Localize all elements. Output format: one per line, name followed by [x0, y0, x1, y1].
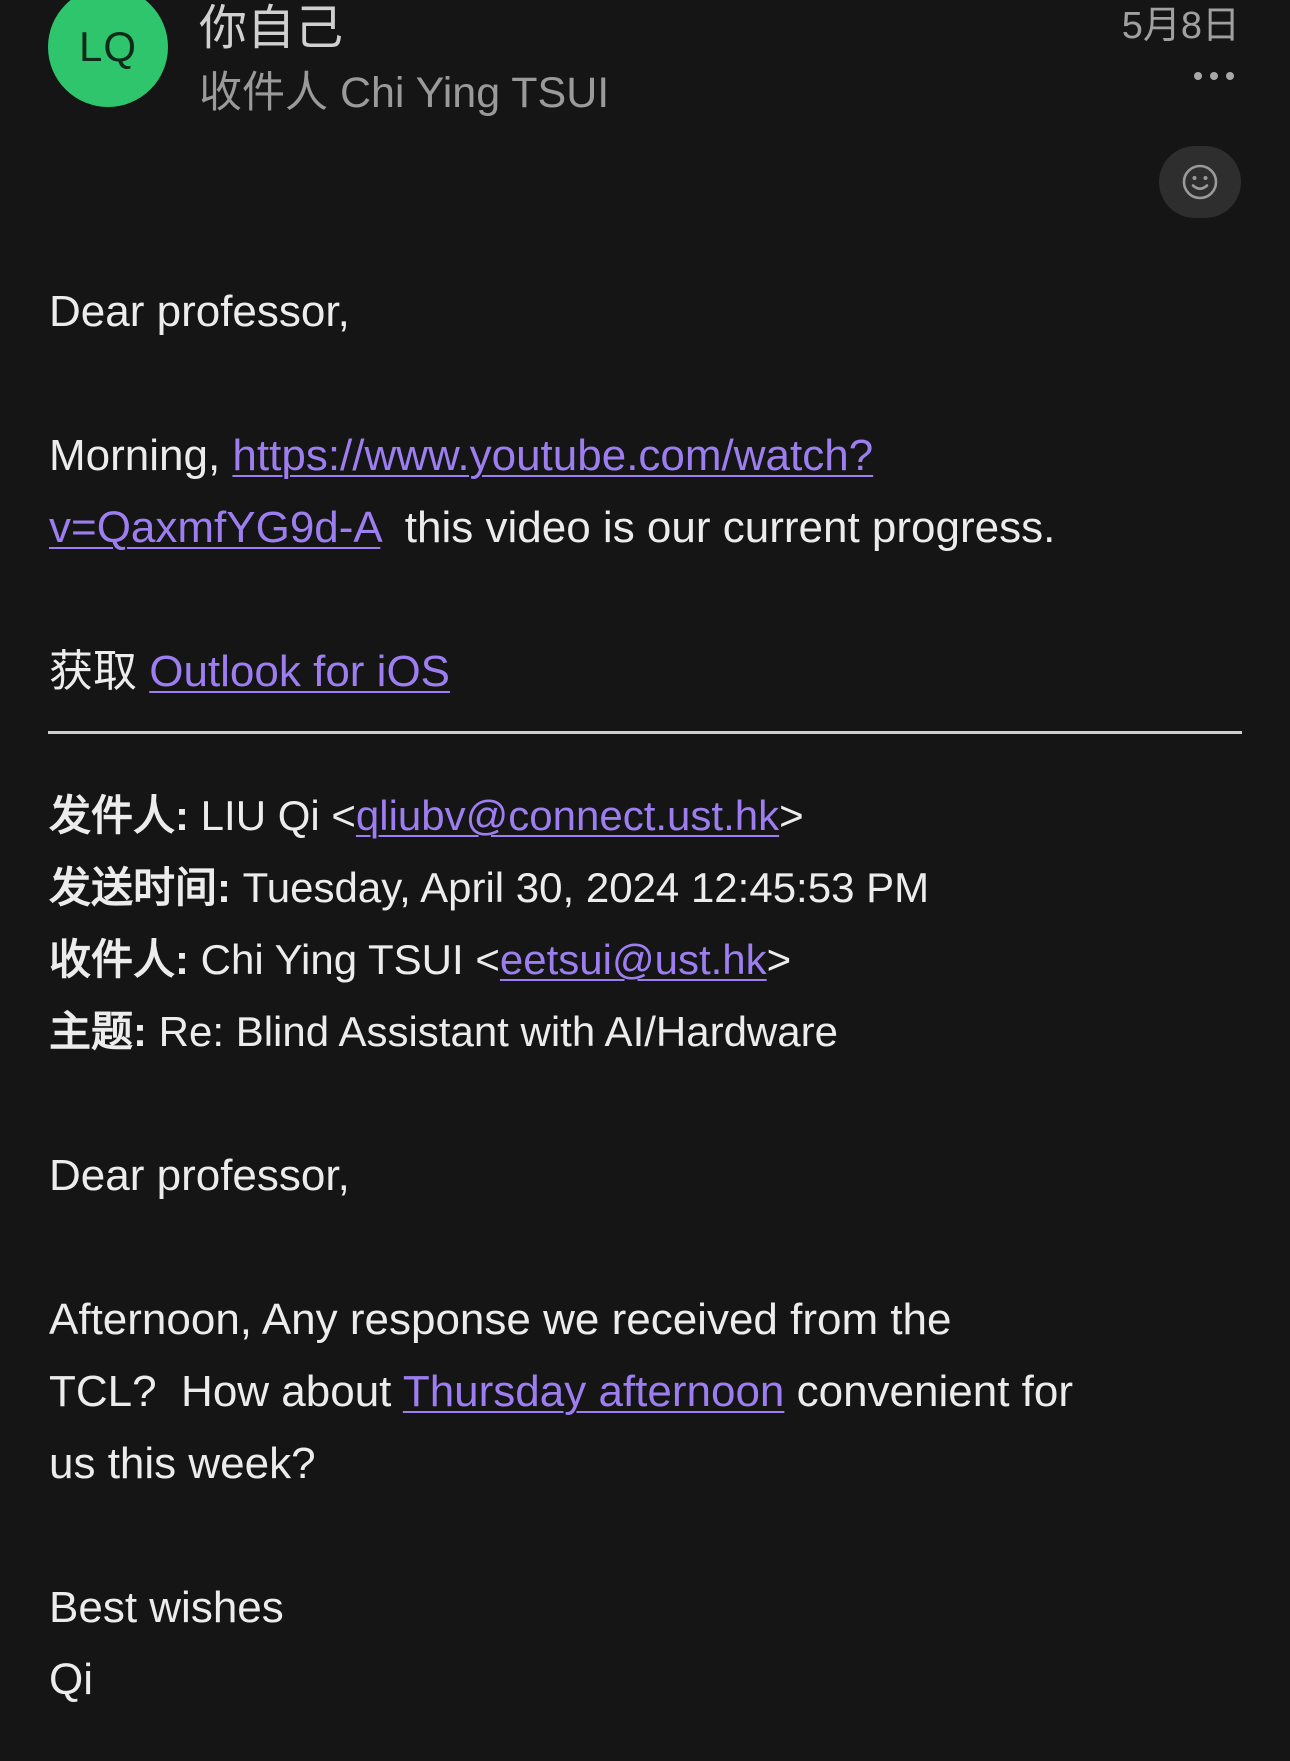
quoted-line-3: us this week? — [49, 1439, 316, 1488]
quoted-closing: Best wishes Qi — [49, 1572, 1249, 1716]
quoted-from-row: 发件人: LIU Qi <qliubv@connect.ust.hk> — [49, 780, 804, 852]
sent-value: Tuesday, April 30, 2024 12:45:53 PM — [231, 864, 930, 911]
more-horizontal-icon — [1194, 72, 1202, 80]
quoted-to-row: 收件人: Chi Ying TSUI <eetsui@ust.hk> — [49, 924, 791, 996]
quoted-sent-row: 发送时间: Tuesday, April 30, 2024 12:45:53 P… — [49, 852, 929, 924]
morning-text: Morning, — [49, 431, 233, 480]
message-progress-paragraph: Morning, https://www.youtube.com/watch? v… — [49, 420, 1249, 564]
recipient-line[interactable]: 收件人 Chi Ying TSUI — [199, 58, 609, 120]
sent-label: 发送时间: — [49, 864, 231, 911]
subject-value: Re: Blind Assistant with AI/Hardware — [147, 1008, 838, 1055]
more-horizontal-icon — [1210, 72, 1218, 80]
youtube-link-continued[interactable]: v=QaxmfYG9d-A — [49, 503, 380, 552]
avatar-initials: LQ — [78, 23, 138, 70]
outlook-signature: 获取 Outlook for iOS — [49, 636, 1249, 708]
from-email-link[interactable]: qliubv@connect.ust.hk — [356, 792, 779, 839]
quoted-subject-row: 主题: Re: Blind Assistant with AI/Hardware — [49, 996, 838, 1068]
thursday-afternoon-link[interactable]: Thursday afternoon — [403, 1367, 785, 1416]
quoted-line-2-suffix: convenient for — [784, 1367, 1074, 1416]
subject-label: 主题: — [49, 1008, 147, 1055]
to-name: Chi Ying TSUI < — [189, 936, 500, 983]
more-options-button[interactable] — [1194, 72, 1234, 80]
to-close: > — [766, 936, 792, 983]
smiley-face-icon — [1182, 164, 1218, 200]
progress-text: this video is our current progress. — [380, 503, 1056, 552]
from-label: 发件人: — [49, 792, 189, 839]
avatar[interactable]: LQ — [48, 0, 168, 107]
outlook-for-ios-link[interactable]: Outlook for iOS — [149, 647, 450, 696]
signature-prefix: 获取 — [49, 647, 150, 696]
quoted-line-2-prefix: TCL? How about — [49, 1367, 403, 1416]
from-name: LIU Qi < — [189, 792, 356, 839]
closing-text: Best wishes — [49, 1583, 284, 1632]
message-greeting: Dear professor, — [49, 287, 350, 336]
quote-divider — [48, 731, 1242, 734]
to-email-link[interactable]: eetsui@ust.hk — [500, 936, 767, 983]
more-horizontal-icon — [1226, 72, 1234, 80]
message-date: 5月8日 — [1121, 5, 1240, 47]
sender-name[interactable]: 你自己 — [199, 0, 343, 58]
quoted-greeting: Dear professor, — [49, 1151, 350, 1200]
quoted-line-1: Afternoon, Any response we received from… — [49, 1295, 952, 1344]
to-label: 收件人: — [49, 936, 189, 983]
add-reaction-button[interactable] — [1159, 146, 1241, 218]
from-close: > — [779, 792, 804, 839]
signature-name: Qi — [49, 1655, 93, 1704]
youtube-link[interactable]: https://www.youtube.com/watch? — [232, 431, 873, 480]
quoted-paragraph: Afternoon, Any response we received from… — [49, 1284, 1249, 1500]
